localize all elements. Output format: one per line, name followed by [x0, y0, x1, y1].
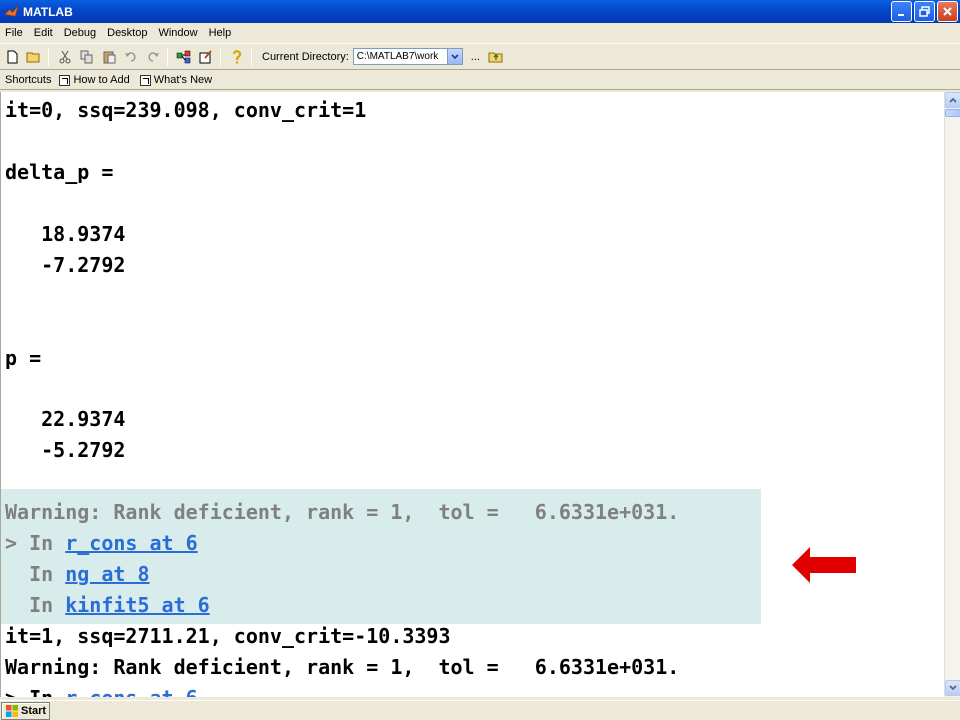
stack-trace-line: In kinfit5 at 6: [5, 593, 210, 623]
console-line: delta_p =: [5, 160, 114, 184]
restore-icon: [919, 6, 930, 17]
toolbar: Current Directory: C:\MATLAB7\work ...: [0, 43, 960, 70]
shortcut-whats-new-label: What's New: [153, 74, 213, 86]
copy-button[interactable]: [77, 47, 97, 67]
menu-bar: File Edit Debug Desktop Window Help: [0, 23, 960, 42]
undo-icon: [125, 51, 136, 62]
maximize-button[interactable]: [914, 1, 935, 22]
chevron-up-icon: [949, 97, 957, 103]
menu-edit[interactable]: Edit: [29, 27, 59, 39]
shortcut-how-to-add[interactable]: How to Add: [59, 74, 130, 86]
menu-debug[interactable]: Debug: [59, 27, 102, 39]
scroll-down-button[interactable]: [945, 680, 960, 696]
vertical-scrollbar[interactable]: [944, 92, 960, 697]
menu-window[interactable]: Window: [153, 27, 203, 39]
minimize-button[interactable]: [891, 1, 912, 22]
matlab-logo-icon: [4, 5, 19, 17]
start-label: Start: [21, 705, 47, 717]
toolbar-separator: [251, 47, 252, 66]
help-button[interactable]: [227, 47, 247, 67]
console-line: -7.2792: [5, 253, 126, 277]
stack-trace-prefix: > In: [5, 531, 66, 555]
stack-trace-line: > In r_cons at 6: [5, 531, 198, 561]
window-title: MATLAB: [23, 4, 73, 19]
title-bar: MATLAB: [0, 0, 960, 23]
help-icon: [232, 49, 242, 64]
copy-icon: [80, 50, 93, 63]
minimize-icon: [897, 13, 904, 16]
redo-button[interactable]: [143, 47, 163, 67]
current-directory-value: C:\MATLAB7\work: [356, 51, 439, 62]
undo-button[interactable]: [121, 47, 141, 67]
warning-line: Warning: Rank deficient, rank = 1, tol =…: [5, 500, 680, 524]
stack-trace-link-kinfit5[interactable]: kinfit5 at 6: [65, 593, 210, 617]
shortcut-icon: [59, 74, 71, 86]
shortcut-whats-new[interactable]: What's New: [139, 74, 213, 86]
chevron-down-icon: [949, 685, 957, 691]
paste-button[interactable]: [99, 47, 119, 67]
shortcut-icon: [139, 74, 151, 86]
warning-line: Warning: Rank deficient, rank = 1, tol =…: [5, 655, 680, 679]
shortcuts-bar: Shortcuts How to Add What's New: [0, 71, 960, 90]
menu-help[interactable]: Help: [204, 27, 238, 39]
up-folder-button[interactable]: [486, 47, 506, 67]
command-window[interactable]: it=0, ssq=239.098, conv_crit=1 delta_p =…: [0, 92, 944, 697]
scroll-up-button[interactable]: [945, 92, 960, 108]
console-line: 18.9374: [5, 222, 126, 246]
shortcuts-label[interactable]: Shortcuts: [5, 74, 51, 86]
start-button[interactable]: Start: [1, 702, 50, 720]
stack-trace-link-r-cons[interactable]: r_cons at 6: [65, 531, 197, 555]
toolbar-separator: [167, 47, 168, 66]
guide-button[interactable]: [196, 47, 216, 67]
redo-icon: [148, 51, 159, 62]
console-line: -5.2792: [5, 438, 126, 462]
taskbar: Start: [0, 700, 960, 720]
toolbar-separator: [220, 47, 221, 66]
paste-icon: [103, 51, 116, 63]
stack-trace-link-r-cons[interactable]: r_cons at 6: [65, 686, 197, 697]
cut-button[interactable]: [55, 47, 75, 67]
close-icon: [943, 7, 952, 16]
current-directory-dropdown[interactable]: [446, 49, 462, 64]
current-directory-label: Current Directory:: [262, 50, 349, 63]
scissors-icon: [59, 50, 71, 63]
scroll-thumb[interactable]: [945, 109, 960, 117]
stack-trace-prefix: > In: [5, 686, 65, 697]
open-file-button[interactable]: [24, 47, 44, 67]
stack-trace-line: > In r_cons at 6: [5, 686, 198, 697]
stack-trace-prefix: In: [5, 562, 66, 586]
stack-trace-prefix: In: [5, 593, 66, 617]
console-line: 22.9374: [5, 407, 126, 431]
chevron-down-icon: [451, 53, 459, 59]
windows-logo-icon: [6, 705, 18, 717]
red-arrow-icon: [792, 547, 856, 583]
console-line: p =: [5, 346, 42, 370]
new-file-button[interactable]: [2, 47, 22, 67]
menu-file[interactable]: File: [0, 27, 29, 39]
close-button[interactable]: [937, 1, 958, 22]
guide-icon: [199, 49, 212, 63]
new-file-icon: [7, 50, 18, 63]
shortcut-how-to-add-label: How to Add: [73, 74, 130, 86]
current-directory-field[interactable]: C:\MATLAB7\work: [352, 48, 463, 65]
simulink-button[interactable]: [174, 47, 194, 67]
toolbar-separator: [48, 47, 49, 66]
console-line: it=0, ssq=239.098, conv_crit=1: [5, 98, 367, 122]
console-line: it=1, ssq=2711.21, conv_crit=-10.3393: [5, 624, 451, 648]
browse-button[interactable]: ...: [471, 51, 480, 63]
simulink-icon: [176, 50, 191, 63]
open-folder-icon: [26, 52, 40, 62]
menu-desktop[interactable]: Desktop: [102, 27, 153, 39]
window-controls: [891, 1, 958, 22]
stack-trace-line: In ng at 8: [5, 562, 149, 592]
up-folder-icon: [488, 52, 503, 62]
stack-trace-link-ng[interactable]: ng at 8: [65, 562, 149, 586]
